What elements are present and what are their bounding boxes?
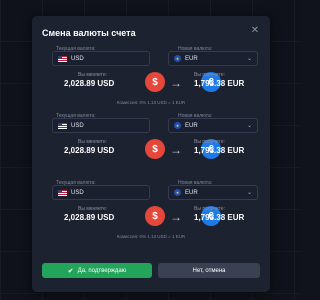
exchange-block: Текущая валюта: USD Новая валюта: ★ EUR … [42, 46, 260, 118]
close-icon[interactable]: ✕ [250, 26, 260, 36]
currency-change-modal: Смена валюты счета ✕ Текущая валюта: USD… [32, 16, 270, 292]
confirm-button-label: Да, подтверждаю [77, 267, 127, 274]
us-flag-icon [58, 122, 67, 129]
you-get-label: Вы получите: [194, 139, 225, 145]
dollar-coin-icon: $ [145, 139, 165, 159]
current-currency-value: USD [71, 55, 84, 62]
chevron-down-icon: ⌄ [246, 190, 252, 196]
you-get-amount: 1,793.38 EUR [194, 79, 245, 88]
new-currency-value: EUR [185, 122, 198, 129]
chevron-down-icon: ⌄ [246, 123, 252, 129]
you-pay-amount: 2,028.89 USD [64, 146, 115, 155]
us-flag-icon [58, 189, 67, 196]
current-currency-field: USD [52, 51, 150, 66]
current-currency-value: USD [71, 122, 84, 129]
current-currency-field: USD [52, 118, 150, 133]
eu-flag-icon: ★ [174, 122, 181, 129]
arrow-right-icon: → [170, 76, 182, 90]
you-get-amount: 1,793.38 EUR [194, 213, 245, 222]
current-currency-value: USD [71, 189, 84, 196]
new-currency-select[interactable]: ★ EUR ⌄ [168, 118, 258, 133]
confirm-button[interactable]: ✔ Да, подтверждаю [42, 263, 152, 278]
commission-text: Комиссия: 0% 1.13 USD = 1 EUR [116, 100, 186, 105]
you-pay-amount: 2,028.89 USD [64, 79, 115, 88]
check-icon: ✔ [67, 267, 74, 275]
commission-text: Комиссия: 0% 1.13 USD = 1 EUR [116, 234, 186, 239]
current-currency-field: USD [52, 185, 150, 200]
arrow-right-icon: → [170, 143, 182, 157]
dollar-coin-icon: $ [145, 72, 165, 92]
us-flag-icon [58, 55, 67, 62]
new-currency-value: EUR [185, 55, 198, 62]
cancel-button[interactable]: Нет, отмена [158, 263, 260, 278]
you-pay-label: Вы меняете: [78, 72, 108, 78]
new-currency-select[interactable]: ★ EUR ⌄ [168, 185, 258, 200]
modal-title: Смена валюты счета [42, 28, 136, 38]
you-pay-label: Вы меняете: [78, 206, 108, 212]
you-get-label: Вы получите: [194, 72, 225, 78]
arrow-right-icon: → [170, 210, 182, 224]
eu-flag-icon: ★ [174, 189, 181, 196]
exchange-block: Текущая валюта: USD Новая валюта: ★ EUR … [42, 180, 260, 252]
you-get-label: Вы получите: [194, 206, 225, 212]
chevron-down-icon: ⌄ [246, 56, 252, 62]
eu-flag-icon: ★ [174, 55, 181, 62]
exchange-block: Текущая валюта: USD Новая валюта: ★ EUR … [42, 113, 260, 185]
new-currency-select[interactable]: ★ EUR ⌄ [168, 51, 258, 66]
cancel-button-label: Нет, отмена [192, 267, 226, 274]
dollar-coin-icon: $ [145, 206, 165, 226]
you-get-amount: 1,793.38 EUR [194, 146, 245, 155]
you-pay-label: Вы меняете: [78, 139, 108, 145]
you-pay-amount: 2,028.89 USD [64, 213, 115, 222]
new-currency-value: EUR [185, 189, 198, 196]
